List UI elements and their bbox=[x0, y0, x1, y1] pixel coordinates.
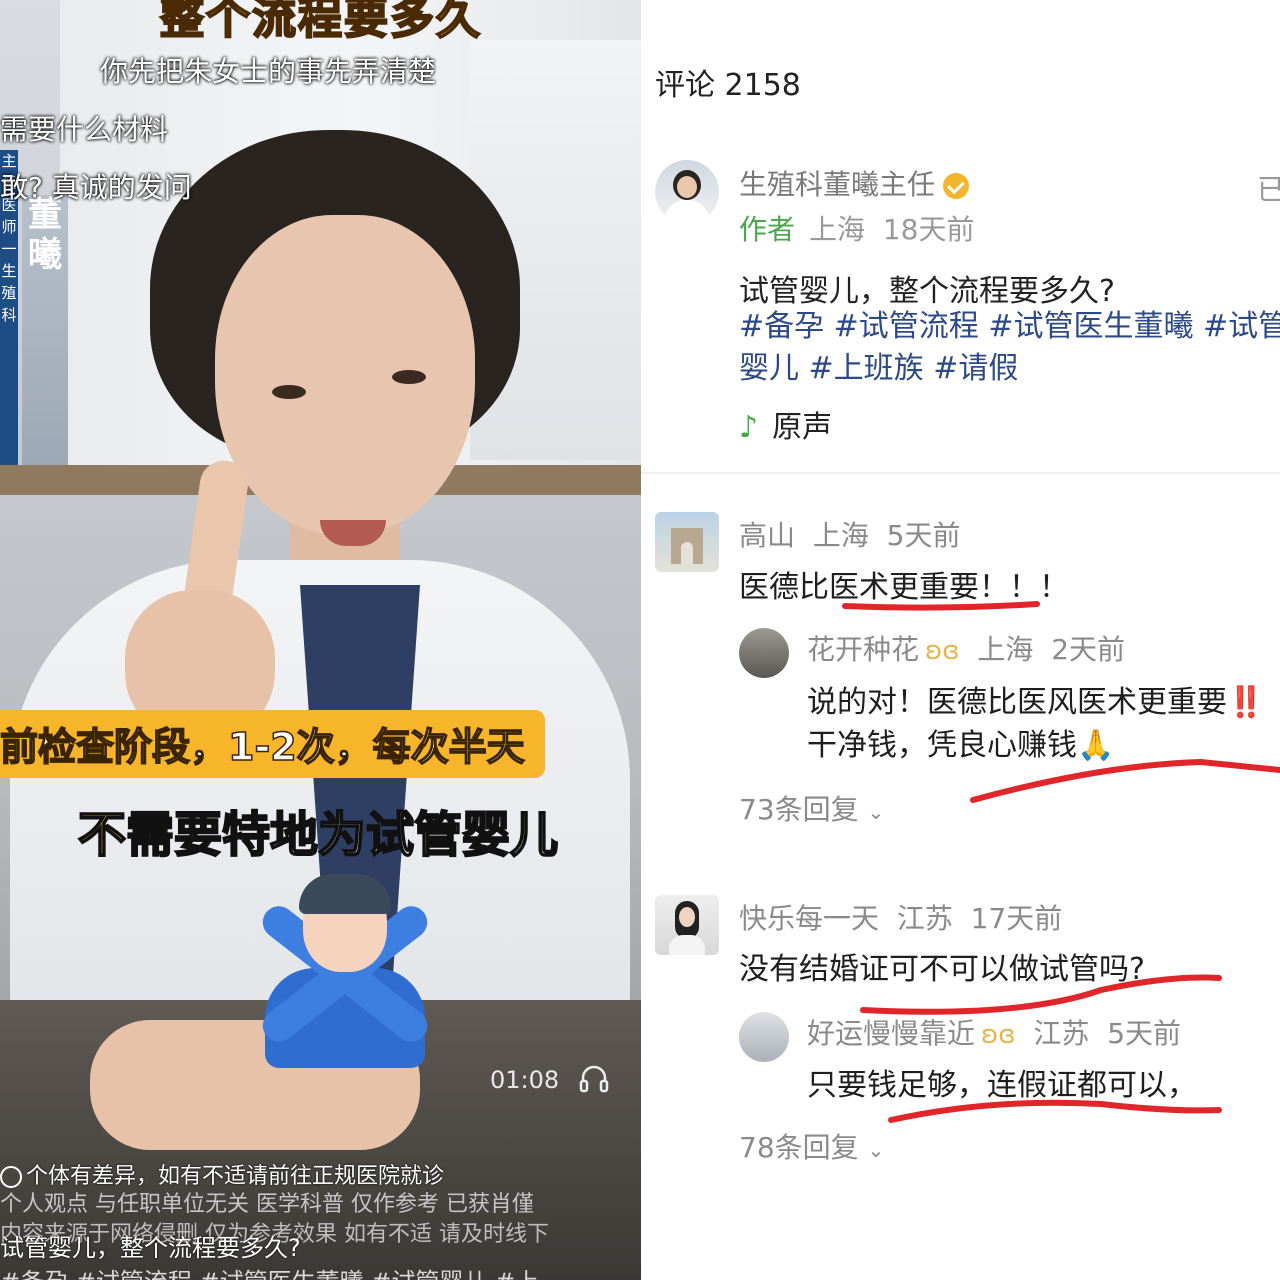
view-replies-label[interactable]: 78条回复 bbox=[739, 1131, 859, 1164]
footer-line: 个人观点 与任职单位无关 医学科普 仅作参考 已获肖僅 bbox=[0, 1192, 534, 1217]
author-name[interactable]: 生殖科董曦主任 bbox=[739, 163, 970, 203]
verified-badge-icon bbox=[943, 173, 970, 199]
comment-user[interactable]: 快乐每一天 bbox=[739, 902, 879, 935]
music-note-icon: ♪ bbox=[739, 410, 759, 445]
banner-char: 科 bbox=[1, 306, 17, 324]
follow-button[interactable]: 已 bbox=[1257, 168, 1280, 208]
footer-tags[interactable]: #备孕 #试管流程 #试管医生董曦 #试管婴儿 #上 bbox=[0, 1262, 539, 1280]
reply-text: 只要钱足够，连假证都可以， bbox=[807, 1068, 1197, 1103]
comment-user[interactable]: 高山 bbox=[739, 519, 795, 552]
video-side-text: 敢? 真诚的发问 bbox=[0, 171, 192, 204]
headphone-icon[interactable] bbox=[578, 1062, 610, 1094]
audio-label[interactable]: 原声 bbox=[772, 410, 832, 445]
butterfly-icon: ʚɞ bbox=[981, 1020, 1016, 1050]
comment-count: 评论 2158 bbox=[655, 68, 801, 103]
doctor-name-plate: 董 曦 bbox=[22, 195, 68, 495]
comment-meta: 高山 上海 5天前 bbox=[739, 514, 960, 554]
reply-meta: 花开种花 ʚɞ 上海 2天前 bbox=[807, 628, 1125, 668]
reply-location: 江苏 bbox=[1033, 1017, 1090, 1050]
caption-rest: 特地为试管婴儿 bbox=[221, 806, 559, 864]
comment-meta: 快乐每一天 江苏 17天前 bbox=[739, 897, 1062, 937]
commenter-avatar[interactable] bbox=[655, 895, 719, 955]
audio-link[interactable]: ♪ 原声 bbox=[739, 402, 832, 446]
author-meta: 作者 上海 18天前 bbox=[739, 208, 974, 248]
video-side-text: 需要什么材料 bbox=[0, 113, 169, 146]
video-title-overlay: 整个流程要多久 bbox=[159, 0, 482, 45]
banner-char: 师 bbox=[1, 218, 17, 236]
reply-user[interactable]: 花开种花 bbox=[807, 633, 919, 666]
author-avatar[interactable] bbox=[655, 160, 719, 224]
chevron-down-icon: ⌄ bbox=[867, 800, 885, 824]
caption-highlight: 不需要 bbox=[77, 806, 223, 864]
reply-text: 干净钱，凭良心赚钱🙏 bbox=[807, 728, 1115, 763]
reply-avatar[interactable] bbox=[739, 628, 789, 678]
footer-caption: 试管婴儿，整个流程要多久? bbox=[0, 1234, 301, 1262]
post-title: 试管婴儿，整个流程要多久? bbox=[739, 274, 1115, 309]
commenter-avatar[interactable] bbox=[655, 512, 719, 572]
chevron-down-icon: ⌄ bbox=[867, 1138, 885, 1162]
comment-time: 5天前 bbox=[886, 519, 961, 552]
butterfly-icon: ʚɞ bbox=[925, 636, 960, 666]
comment-location: 江苏 bbox=[896, 902, 953, 935]
author-name-text[interactable]: 生殖科董曦主任 bbox=[739, 168, 935, 201]
banner-char: 殖 bbox=[1, 284, 17, 302]
author-tag: 作者 bbox=[739, 213, 796, 246]
eye bbox=[392, 370, 426, 384]
author-time: 18天前 bbox=[882, 213, 975, 246]
reply-avatar[interactable] bbox=[739, 1012, 789, 1062]
view-replies-button[interactable]: 78条回复 ⌄ bbox=[739, 1126, 884, 1166]
comment-time: 17天前 bbox=[970, 902, 1063, 935]
comment-location: 上海 bbox=[812, 519, 869, 552]
comment-text: 医德比医术更重要！！！ bbox=[739, 570, 1069, 605]
stage-banner: 前检查阶段，1-2次，每次半天 bbox=[0, 710, 545, 778]
banner-char: 一 bbox=[1, 240, 17, 258]
video-player[interactable]: 主任医师一生殖科 董 曦 整个流程要多久 你先把朱女士的事先弄清楚 需要什么材料… bbox=[0, 0, 641, 1280]
post-hashtags[interactable]: #备孕 #试管流程 #试管医生董曦 #试管婴儿 #上班族 #请假 bbox=[739, 306, 1280, 390]
author-location: 上海 bbox=[809, 213, 866, 246]
comment-text: 没有结婚证可不可以做试管吗? bbox=[739, 952, 1145, 987]
info-icon bbox=[0, 1166, 22, 1188]
video-subtitle: 你先把朱女士的事先弄清楚 bbox=[100, 55, 437, 88]
reply-meta: 好运慢慢靠近 ʚɞ 江苏 5天前 bbox=[807, 1012, 1181, 1052]
video-time: 01:08 bbox=[490, 1066, 560, 1094]
reply-text: 说的对！医德比医风医术更重要‼️ bbox=[807, 685, 1265, 720]
doctor-face bbox=[215, 215, 475, 535]
reply-location: 上海 bbox=[977, 633, 1034, 666]
divider bbox=[641, 472, 1280, 474]
eye bbox=[272, 385, 306, 399]
view-replies-label[interactable]: 73条回复 bbox=[739, 793, 859, 826]
reply-user[interactable]: 好运慢慢靠近 bbox=[807, 1017, 975, 1050]
stage-banner-text: 前检查阶段，1-2次，每次半天 bbox=[0, 724, 525, 770]
crossed-arms-emoji bbox=[255, 874, 435, 1070]
reply-time: 5天前 bbox=[1107, 1017, 1182, 1050]
comments-panel: 评论 2158 生殖科董曦主任 已 作者 上海 18天前 试管婴儿，整个流程要多久… bbox=[641, 0, 1280, 1280]
name-plate-char: 曦 bbox=[28, 235, 62, 275]
video-caption: 不需要特地为试管婴儿 bbox=[77, 795, 559, 865]
banner-char: 生 bbox=[1, 262, 17, 280]
reply-time: 2天前 bbox=[1051, 633, 1126, 666]
view-replies-button[interactable]: 73条回复 ⌄ bbox=[739, 788, 884, 828]
